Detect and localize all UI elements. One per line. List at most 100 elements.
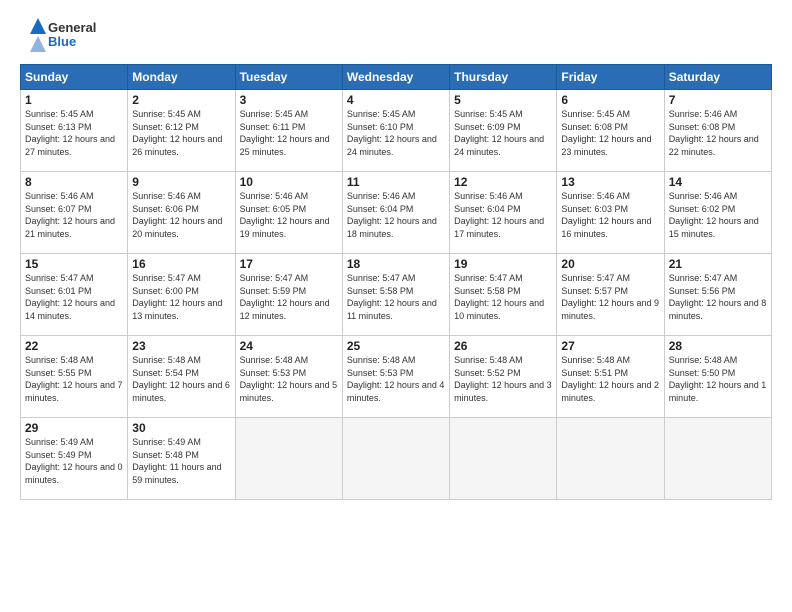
day-info: Sunrise: 5:47 AM Sunset: 5:57 PM Dayligh…	[561, 272, 659, 322]
day-number: 8	[25, 175, 123, 189]
calendar-cell: 28 Sunrise: 5:48 AM Sunset: 5:50 PM Dayl…	[664, 336, 771, 418]
calendar-cell: 8 Sunrise: 5:46 AM Sunset: 6:07 PM Dayli…	[21, 172, 128, 254]
day-number: 4	[347, 93, 445, 107]
calendar-cell	[342, 418, 449, 500]
day-info: Sunrise: 5:45 AM Sunset: 6:08 PM Dayligh…	[561, 108, 659, 158]
day-number: 24	[240, 339, 338, 353]
page: General Blue SundayMondayTuesdayWednesda…	[0, 0, 792, 612]
calendar-cell: 24 Sunrise: 5:48 AM Sunset: 5:53 PM Dayl…	[235, 336, 342, 418]
day-info: Sunrise: 5:45 AM Sunset: 6:13 PM Dayligh…	[25, 108, 123, 158]
svg-text:Blue: Blue	[48, 34, 76, 49]
day-number: 23	[132, 339, 230, 353]
calendar-cell: 12 Sunrise: 5:46 AM Sunset: 6:04 PM Dayl…	[450, 172, 557, 254]
day-number: 9	[132, 175, 230, 189]
generalblue-logo: General Blue	[20, 16, 120, 54]
day-info: Sunrise: 5:47 AM Sunset: 5:56 PM Dayligh…	[669, 272, 767, 322]
day-info: Sunrise: 5:48 AM Sunset: 5:53 PM Dayligh…	[240, 354, 338, 404]
calendar-cell: 19 Sunrise: 5:47 AM Sunset: 5:58 PM Dayl…	[450, 254, 557, 336]
day-info: Sunrise: 5:48 AM Sunset: 5:53 PM Dayligh…	[347, 354, 445, 404]
day-info: Sunrise: 5:45 AM Sunset: 6:11 PM Dayligh…	[240, 108, 338, 158]
day-number: 13	[561, 175, 659, 189]
day-number: 6	[561, 93, 659, 107]
day-info: Sunrise: 5:47 AM Sunset: 5:59 PM Dayligh…	[240, 272, 338, 322]
calendar-week-4: 22 Sunrise: 5:48 AM Sunset: 5:55 PM Dayl…	[21, 336, 772, 418]
calendar-cell: 29 Sunrise: 5:49 AM Sunset: 5:49 PM Dayl…	[21, 418, 128, 500]
calendar-week-3: 15 Sunrise: 5:47 AM Sunset: 6:01 PM Dayl…	[21, 254, 772, 336]
day-number: 29	[25, 421, 123, 435]
day-number: 18	[347, 257, 445, 271]
calendar-cell: 10 Sunrise: 5:46 AM Sunset: 6:05 PM Dayl…	[235, 172, 342, 254]
calendar-cell: 27 Sunrise: 5:48 AM Sunset: 5:51 PM Dayl…	[557, 336, 664, 418]
day-number: 11	[347, 175, 445, 189]
calendar-cell: 18 Sunrise: 5:47 AM Sunset: 5:58 PM Dayl…	[342, 254, 449, 336]
day-number: 7	[669, 93, 767, 107]
day-info: Sunrise: 5:45 AM Sunset: 6:09 PM Dayligh…	[454, 108, 552, 158]
day-info: Sunrise: 5:46 AM Sunset: 6:06 PM Dayligh…	[132, 190, 230, 240]
day-info: Sunrise: 5:46 AM Sunset: 6:03 PM Dayligh…	[561, 190, 659, 240]
calendar-cell: 16 Sunrise: 5:47 AM Sunset: 6:00 PM Dayl…	[128, 254, 235, 336]
day-number: 30	[132, 421, 230, 435]
day-info: Sunrise: 5:45 AM Sunset: 6:12 PM Dayligh…	[132, 108, 230, 158]
day-info: Sunrise: 5:46 AM Sunset: 6:07 PM Dayligh…	[25, 190, 123, 240]
day-number: 26	[454, 339, 552, 353]
day-number: 20	[561, 257, 659, 271]
calendar-cell: 6 Sunrise: 5:45 AM Sunset: 6:08 PM Dayli…	[557, 90, 664, 172]
day-number: 12	[454, 175, 552, 189]
calendar-cell: 30 Sunrise: 5:49 AM Sunset: 5:48 PM Dayl…	[128, 418, 235, 500]
day-number: 14	[669, 175, 767, 189]
day-number: 21	[669, 257, 767, 271]
calendar-table: SundayMondayTuesdayWednesdayThursdayFrid…	[20, 64, 772, 500]
weekday-header-thursday: Thursday	[450, 65, 557, 90]
day-number: 28	[669, 339, 767, 353]
calendar-week-1: 1 Sunrise: 5:45 AM Sunset: 6:13 PM Dayli…	[21, 90, 772, 172]
svg-text:General: General	[48, 20, 96, 35]
day-number: 22	[25, 339, 123, 353]
day-info: Sunrise: 5:49 AM Sunset: 5:48 PM Dayligh…	[132, 436, 230, 486]
calendar-cell	[450, 418, 557, 500]
calendar-cell: 4 Sunrise: 5:45 AM Sunset: 6:10 PM Dayli…	[342, 90, 449, 172]
weekday-header-saturday: Saturday	[664, 65, 771, 90]
logo: General Blue	[20, 16, 120, 54]
day-number: 2	[132, 93, 230, 107]
day-info: Sunrise: 5:48 AM Sunset: 5:51 PM Dayligh…	[561, 354, 659, 404]
calendar-cell	[235, 418, 342, 500]
weekday-header-monday: Monday	[128, 65, 235, 90]
day-number: 27	[561, 339, 659, 353]
day-info: Sunrise: 5:46 AM Sunset: 6:04 PM Dayligh…	[454, 190, 552, 240]
day-number: 19	[454, 257, 552, 271]
weekday-header-tuesday: Tuesday	[235, 65, 342, 90]
calendar-cell: 9 Sunrise: 5:46 AM Sunset: 6:06 PM Dayli…	[128, 172, 235, 254]
calendar-cell: 22 Sunrise: 5:48 AM Sunset: 5:55 PM Dayl…	[21, 336, 128, 418]
day-info: Sunrise: 5:47 AM Sunset: 5:58 PM Dayligh…	[454, 272, 552, 322]
weekday-header-wednesday: Wednesday	[342, 65, 449, 90]
day-info: Sunrise: 5:46 AM Sunset: 6:08 PM Dayligh…	[669, 108, 767, 158]
calendar-cell: 25 Sunrise: 5:48 AM Sunset: 5:53 PM Dayl…	[342, 336, 449, 418]
calendar-cell: 20 Sunrise: 5:47 AM Sunset: 5:57 PM Dayl…	[557, 254, 664, 336]
day-info: Sunrise: 5:47 AM Sunset: 6:00 PM Dayligh…	[132, 272, 230, 322]
weekday-header-row: SundayMondayTuesdayWednesdayThursdayFrid…	[21, 65, 772, 90]
day-info: Sunrise: 5:48 AM Sunset: 5:50 PM Dayligh…	[669, 354, 767, 404]
calendar-cell: 5 Sunrise: 5:45 AM Sunset: 6:09 PM Dayli…	[450, 90, 557, 172]
calendar-cell: 23 Sunrise: 5:48 AM Sunset: 5:54 PM Dayl…	[128, 336, 235, 418]
day-number: 17	[240, 257, 338, 271]
calendar-cell	[664, 418, 771, 500]
calendar-week-5: 29 Sunrise: 5:49 AM Sunset: 5:49 PM Dayl…	[21, 418, 772, 500]
calendar-week-2: 8 Sunrise: 5:46 AM Sunset: 6:07 PM Dayli…	[21, 172, 772, 254]
day-number: 5	[454, 93, 552, 107]
day-info: Sunrise: 5:48 AM Sunset: 5:52 PM Dayligh…	[454, 354, 552, 404]
calendar-cell: 2 Sunrise: 5:45 AM Sunset: 6:12 PM Dayli…	[128, 90, 235, 172]
day-number: 3	[240, 93, 338, 107]
day-info: Sunrise: 5:46 AM Sunset: 6:04 PM Dayligh…	[347, 190, 445, 240]
calendar-cell: 17 Sunrise: 5:47 AM Sunset: 5:59 PM Dayl…	[235, 254, 342, 336]
calendar-cell: 1 Sunrise: 5:45 AM Sunset: 6:13 PM Dayli…	[21, 90, 128, 172]
calendar-cell: 15 Sunrise: 5:47 AM Sunset: 6:01 PM Dayl…	[21, 254, 128, 336]
day-info: Sunrise: 5:47 AM Sunset: 6:01 PM Dayligh…	[25, 272, 123, 322]
calendar-cell: 7 Sunrise: 5:46 AM Sunset: 6:08 PM Dayli…	[664, 90, 771, 172]
day-number: 15	[25, 257, 123, 271]
calendar-cell: 13 Sunrise: 5:46 AM Sunset: 6:03 PM Dayl…	[557, 172, 664, 254]
weekday-header-sunday: Sunday	[21, 65, 128, 90]
header: General Blue	[20, 16, 772, 54]
calendar-cell: 26 Sunrise: 5:48 AM Sunset: 5:52 PM Dayl…	[450, 336, 557, 418]
weekday-header-friday: Friday	[557, 65, 664, 90]
day-info: Sunrise: 5:47 AM Sunset: 5:58 PM Dayligh…	[347, 272, 445, 322]
